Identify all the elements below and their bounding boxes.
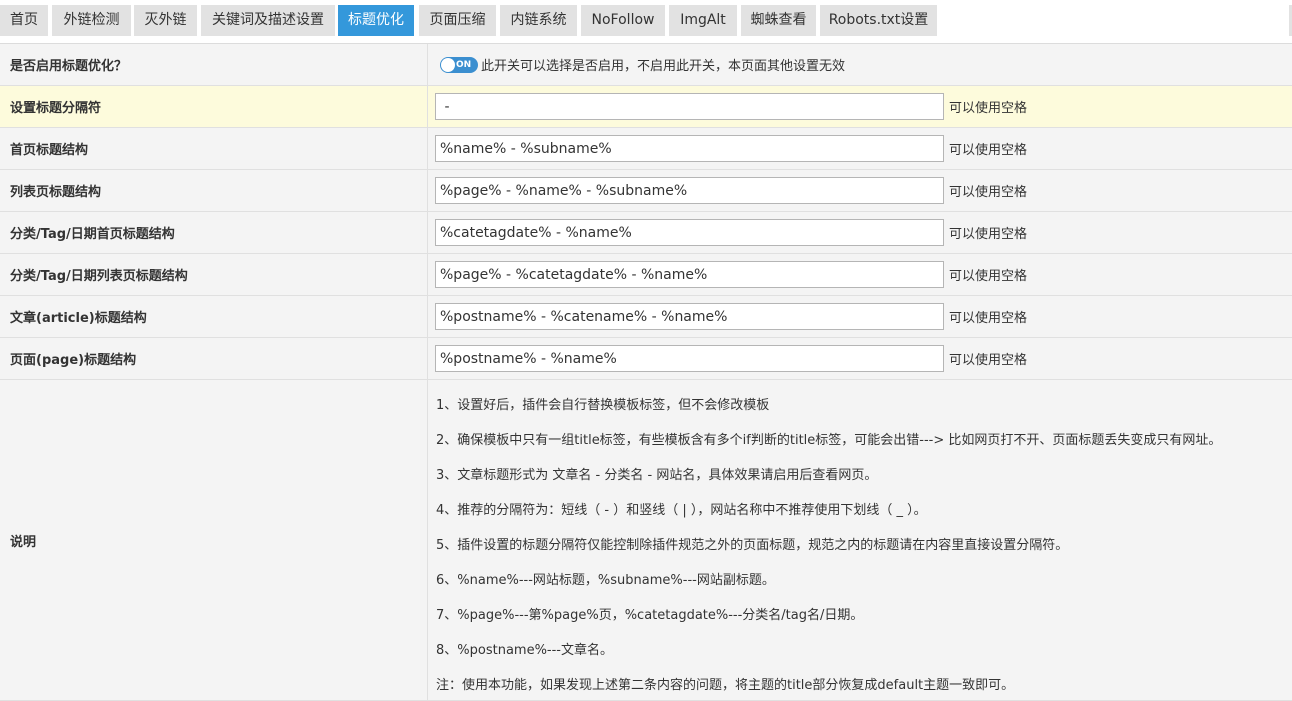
tab-title-optimization[interactable]: 标题优化: [338, 5, 414, 36]
article-title-value: 可以使用空格: [428, 296, 1292, 337]
note-4: 4、推荐的分隔符为：短线（ - ）和竖线（ | ），网站名称中不推荐使用下划线（…: [436, 503, 927, 518]
list-title-label: 列表页标题结构: [0, 170, 428, 211]
tab-imgalt[interactable]: ImgAlt: [669, 5, 737, 36]
note-3: 3、文章标题形式为 文章名 - 分类名 - 网站名，具体效果请启用后查看网页。: [436, 468, 878, 483]
enable-row: 是否启用标题优化？ ON 此开关可以选择是否启用，不启用此开关，本页面其他设置无…: [0, 44, 1292, 86]
tab-spider-view[interactable]: 蜘蛛查看: [741, 5, 816, 36]
page-title-hint: 可以使用空格: [949, 353, 1028, 368]
list-title-value: 可以使用空格: [428, 170, 1292, 211]
home-title-input[interactable]: [435, 135, 944, 162]
tab-home[interactable]: 首页: [0, 5, 48, 36]
note-2: 2、确保模板中只有一组title标签，有些模板含有多个if判断的title标签，…: [436, 433, 1222, 448]
note-footer: 注：使用本功能，如果发现上述第二条内容的问题，将主题的title部分恢复成def…: [436, 678, 1015, 693]
article-title-label: 文章(article)标题结构: [0, 296, 428, 337]
notes-row: 说明 1、设置好后，插件会自行替换模板标签，但不会修改模板 2、确保模板中只有一…: [0, 380, 1292, 701]
enable-description: 此开关可以选择是否启用，不启用此开关，本页面其他设置无效: [481, 59, 846, 74]
home-title-hint: 可以使用空格: [949, 143, 1028, 158]
catetagdate-home-row: 分类/Tag/日期首页标题结构 可以使用空格: [0, 212, 1292, 254]
tab-robots-txt[interactable]: Robots.txt设置: [820, 5, 937, 36]
page-title-input[interactable]: [435, 345, 944, 372]
catetagdate-home-hint: 可以使用空格: [949, 227, 1028, 242]
tab-bar: 首页 外链检测 灭外链 关键词及描述设置 标题优化 页面压缩 内链系统 NoFo…: [0, 0, 1292, 42]
catetagdate-list-label: 分类/Tag/日期列表页标题结构: [0, 254, 428, 295]
catetagdate-list-hint: 可以使用空格: [949, 269, 1028, 284]
catetagdate-home-label: 分类/Tag/日期首页标题结构: [0, 212, 428, 253]
home-title-value: 可以使用空格: [428, 128, 1292, 169]
note-6: 6、%name%---网站标题，%subname%---网站副标题。: [436, 573, 775, 588]
page-title-value: 可以使用空格: [428, 338, 1292, 379]
page-title-row: 页面(page)标题结构 可以使用空格: [0, 338, 1292, 380]
separator-input[interactable]: [435, 93, 944, 120]
note-1: 1、设置好后，插件会自行替换模板标签，但不会修改模板: [436, 398, 770, 413]
tab-page-compress[interactable]: 页面压缩: [419, 5, 496, 36]
separator-value: 可以使用空格: [428, 86, 1292, 127]
note-5: 5、插件设置的标题分隔符仅能控制除插件规范之外的页面标题，规范之内的标题请在内容…: [436, 538, 1069, 553]
catetagdate-list-value: 可以使用空格: [428, 254, 1292, 295]
page-title-label: 页面(page)标题结构: [0, 338, 428, 379]
separator-hint: 可以使用空格: [949, 101, 1028, 116]
toggle-switch-icon: [441, 57, 455, 72]
catetagdate-list-row: 分类/Tag/日期列表页标题结构 可以使用空格: [0, 254, 1292, 296]
enable-label: 是否启用标题优化？: [0, 44, 428, 85]
home-title-label: 首页标题结构: [0, 128, 428, 169]
catetagdate-list-input[interactable]: [435, 261, 944, 288]
notes-label: 说明: [0, 380, 428, 700]
article-title-row: 文章(article)标题结构 可以使用空格: [0, 296, 1292, 338]
list-title-hint: 可以使用空格: [949, 185, 1028, 200]
note-8: 8、%postname%---文章名。: [436, 643, 613, 658]
article-title-input[interactable]: [435, 303, 944, 330]
tab-nofollow[interactable]: NoFollow: [581, 5, 665, 36]
enable-value: ON 此开关可以选择是否启用，不启用此开关，本页面其他设置无效: [428, 44, 1292, 85]
note-7: 7、%page%---第%page%页，%catetagdate%---分类名/…: [436, 608, 864, 623]
tab-keywords-description[interactable]: 关键词及描述设置: [201, 5, 335, 36]
settings-table: 是否启用标题优化？ ON 此开关可以选择是否启用，不启用此开关，本页面其他设置无…: [0, 43, 1292, 701]
article-title-hint: 可以使用空格: [949, 311, 1028, 326]
tab-kill-external-links[interactable]: 灭外链: [134, 5, 197, 36]
separator-row: 设置标题分隔符 可以使用空格: [0, 86, 1292, 128]
tab-external-link-check[interactable]: 外链检测: [52, 5, 131, 36]
list-title-row: 列表页标题结构 可以使用空格: [0, 170, 1292, 212]
separator-label: 设置标题分隔符: [0, 86, 428, 127]
home-title-row: 首页标题结构 可以使用空格: [0, 128, 1292, 170]
enable-toggle[interactable]: ON: [440, 56, 478, 73]
list-title-input[interactable]: [435, 177, 944, 204]
tab-internal-links[interactable]: 内链系统: [500, 5, 577, 36]
catetagdate-home-input[interactable]: [435, 219, 944, 246]
toggle-state: ON: [456, 59, 472, 70]
catetagdate-home-value: 可以使用空格: [428, 212, 1292, 253]
